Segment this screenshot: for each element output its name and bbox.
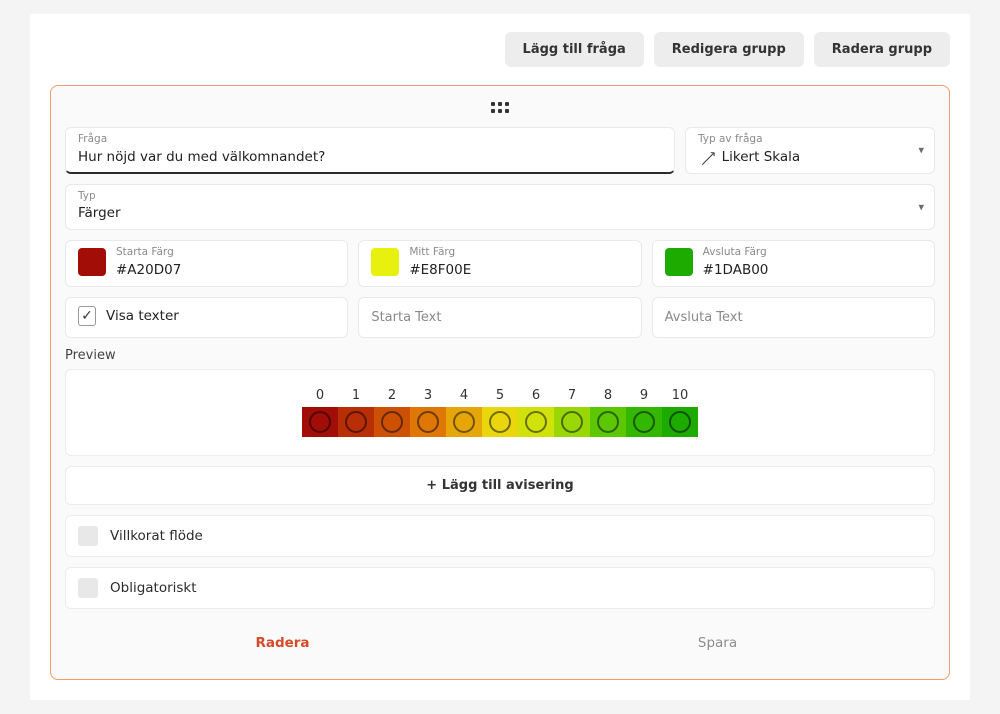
save-button[interactable]: Spara <box>500 623 935 663</box>
end-text-input[interactable]: Avsluta Text <box>652 297 935 338</box>
edit-group-button[interactable]: Redigera grupp <box>654 32 804 67</box>
scale-number: 6 <box>518 388 554 407</box>
scale-number: 1 <box>338 388 374 407</box>
mandatory-toggle[interactable]: Obligatoriskt <box>65 567 935 609</box>
delete-button[interactable]: Radera <box>65 623 500 663</box>
scale-number: 2 <box>374 388 410 407</box>
checkbox-checked-icon: ✓ <box>78 306 96 326</box>
delete-group-button[interactable]: Radera grupp <box>814 32 950 67</box>
scale-number: 9 <box>626 388 662 407</box>
scale-cell[interactable] <box>410 407 446 437</box>
add-question-button[interactable]: Lägg till fråga <box>505 32 644 67</box>
likert-preview: 012345678910 <box>65 369 935 456</box>
scale-cell[interactable] <box>590 407 626 437</box>
scale-number: 4 <box>446 388 482 407</box>
type-select[interactable]: Typ Färger ▾ <box>65 184 935 231</box>
question-type-select[interactable]: Typ av fråga ⟶Likert Skala ▾ <box>685 127 935 174</box>
scale-number: 7 <box>554 388 590 407</box>
preview-label: Preview <box>65 348 935 363</box>
start-color-swatch <box>78 248 106 276</box>
conditional-flow-toggle[interactable]: Villkorat flöde <box>65 515 935 557</box>
top-actions: Lägg till fråga Redigera grupp Radera gr… <box>50 14 950 85</box>
scale-cell[interactable] <box>518 407 554 437</box>
scale-cell[interactable] <box>554 407 590 437</box>
start-text-input[interactable]: Starta Text <box>358 297 641 338</box>
scale-number: 8 <box>590 388 626 407</box>
mid-color-swatch <box>371 248 399 276</box>
scale-number: 0 <box>302 388 338 407</box>
scale-cell[interactable] <box>482 407 518 437</box>
show-texts-toggle[interactable]: ✓ Visa texter <box>65 297 348 338</box>
question-type-label: Typ av fråga <box>698 134 922 145</box>
drag-handle[interactable] <box>65 102 935 113</box>
checkbox-unchecked-icon <box>78 578 98 598</box>
chevron-down-icon: ▾ <box>918 144 924 157</box>
add-alert-button[interactable]: + Lägg till avisering <box>65 466 935 505</box>
scale-cell[interactable] <box>446 407 482 437</box>
checkbox-unchecked-icon <box>78 526 98 546</box>
scale-number: 5 <box>482 388 518 407</box>
scale-cell[interactable] <box>338 407 374 437</box>
question-label: Fråga <box>78 134 662 145</box>
end-color-field[interactable]: Avsluta Färg #1DAB00 <box>652 240 935 287</box>
question-card: Fråga Typ av fråga ⟶Likert Skala ▾ Typ F… <box>50 85 950 680</box>
question-field[interactable]: Fråga <box>65 127 675 174</box>
scale-cell[interactable] <box>374 407 410 437</box>
end-color-swatch <box>665 248 693 276</box>
start-color-field[interactable]: Starta Färg #A20D07 <box>65 240 348 287</box>
scale-number: 10 <box>662 388 698 407</box>
scale-cell[interactable] <box>302 407 338 437</box>
scale-cell[interactable] <box>626 407 662 437</box>
scale-cell[interactable] <box>662 407 698 437</box>
link-icon: ⟶ <box>697 147 721 171</box>
scale-number: 3 <box>410 388 446 407</box>
chevron-down-icon: ▾ <box>918 200 924 213</box>
type-label: Typ <box>78 191 922 202</box>
mid-color-field[interactable]: Mitt Färg #E8F00E <box>358 240 641 287</box>
question-input[interactable] <box>78 149 662 165</box>
